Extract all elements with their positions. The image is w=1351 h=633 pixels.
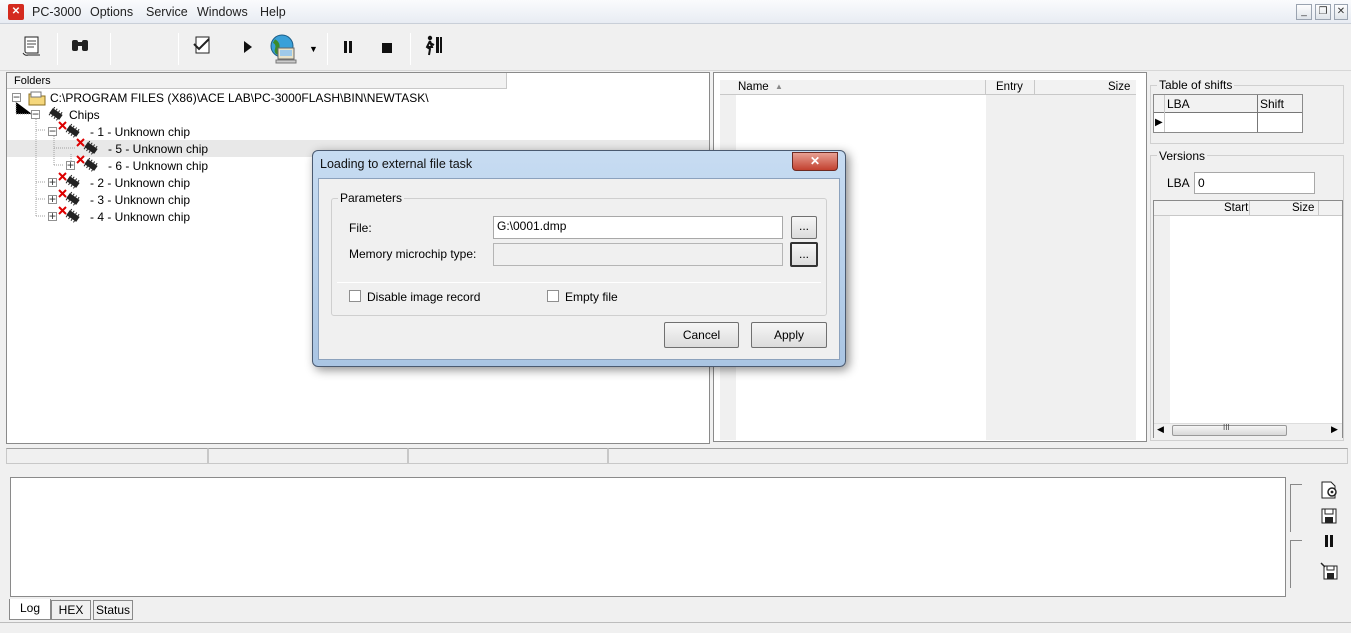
tab-hex[interactable]: HEX — [51, 600, 91, 620]
versions-lba-label: LBA — [1167, 176, 1190, 190]
exit-icon[interactable] — [416, 34, 450, 64]
versions-lba-input[interactable]: 0 — [1194, 172, 1315, 194]
versions-column-size[interactable]: Size — [1292, 202, 1314, 214]
column-name[interactable]: Name — [738, 81, 769, 93]
apply-button[interactable]: Apply — [751, 322, 827, 348]
dropdown-arrow-icon[interactable]: ▼ — [309, 44, 318, 54]
document-check-icon[interactable] — [186, 34, 220, 64]
pause-icon[interactable] — [331, 34, 365, 64]
sort-ascending-icon: ▲ — [775, 82, 783, 91]
menu-service[interactable]: Service — [146, 5, 188, 19]
status-cell-3 — [408, 448, 608, 464]
tree-item-chip-1[interactable]: - 1 - Unknown chip — [90, 125, 190, 139]
dialog-close-button[interactable]: ✕ — [792, 152, 838, 171]
chip-error-icon — [58, 206, 84, 227]
dialog-title: Loading to external file task — [320, 157, 473, 171]
app-title: PC-3000 — [32, 5, 82, 19]
tree-item-chip-2[interactable]: - 2 - Unknown chip — [90, 176, 190, 190]
versions-column-start[interactable]: Start — [1224, 202, 1248, 214]
minimize-button[interactable]: _ — [1296, 4, 1312, 20]
shifts-title: Table of shifts — [1157, 78, 1235, 92]
empty-file-label: Empty file — [565, 290, 618, 304]
scroll-grip: III — [1223, 423, 1230, 432]
tree-root-path[interactable]: C:\PROGRAM FILES (X86)\ACE LAB\PC-3000FL… — [50, 91, 429, 105]
menu-options[interactable]: Options — [90, 5, 133, 19]
tree-item-chip-3[interactable]: - 3 - Unknown chip — [90, 193, 190, 207]
column-size[interactable]: Size — [1108, 81, 1130, 93]
row-pointer-icon: ▶ — [1155, 117, 1163, 128]
status-cell-4 — [608, 448, 1348, 464]
save-as-icon[interactable] — [1318, 561, 1340, 581]
pc3000-logo-icon: ✕ — [8, 4, 24, 20]
scroll-left-icon[interactable]: ◀ — [1157, 424, 1164, 435]
save-icon[interactable] — [1318, 507, 1340, 527]
tree-item-chip-6[interactable]: - 6 - Unknown chip — [108, 159, 208, 173]
pause-log-icon[interactable] — [1318, 534, 1340, 554]
folders-header-label: Folders — [14, 75, 51, 87]
collapse-chips-toggle[interactable]: − — [31, 108, 40, 120]
parameters-title: Parameters — [338, 191, 405, 205]
settings-document-icon[interactable] — [1318, 480, 1340, 500]
file-path-input[interactable]: G:\0001.dmp — [493, 216, 783, 239]
stop-icon[interactable] — [370, 34, 404, 64]
tree-item-chip-5[interactable]: - 5 - Unknown chip — [108, 142, 208, 156]
browse-file-button[interactable]: ... — [791, 216, 817, 239]
file-list-shaded-area — [986, 80, 1136, 440]
shifts-column-lba[interactable]: LBA — [1167, 97, 1190, 111]
browse-memory-type-button[interactable]: ... — [790, 242, 818, 267]
collapse-chip-1-toggle[interactable]: − — [48, 125, 57, 137]
empty-file-checkbox[interactable] — [547, 290, 559, 302]
disable-image-record-label: Disable image record — [367, 290, 481, 304]
disable-image-record-checkbox[interactable] — [349, 290, 361, 302]
expand-chip-4-toggle[interactable]: + — [48, 210, 57, 222]
expand-chip-2-toggle[interactable]: + — [48, 176, 57, 188]
log-area[interactable] — [10, 477, 1286, 597]
versions-table — [1153, 200, 1343, 438]
tree-item-chip-4[interactable]: - 4 - Unknown chip — [90, 210, 190, 224]
expand-chip-6-toggle[interactable]: + — [66, 159, 75, 171]
memory-type-input[interactable] — [493, 243, 783, 266]
network-globe-icon[interactable] — [266, 32, 300, 64]
file-label: File: — [349, 221, 372, 235]
cancel-button[interactable]: Cancel — [664, 322, 739, 348]
binoculars-icon[interactable] — [63, 34, 97, 64]
scroll-icon[interactable] — [15, 34, 49, 64]
tree-chips-label[interactable]: Chips — [69, 108, 100, 122]
scroll-right-icon[interactable]: ▶ — [1331, 424, 1338, 435]
tab-status[interactable]: Status — [93, 600, 133, 620]
tab-log[interactable]: Log — [9, 599, 51, 620]
collapse-root-toggle[interactable]: − — [12, 91, 21, 103]
expand-chip-3-toggle[interactable]: + — [48, 193, 57, 205]
versions-title: Versions — [1157, 149, 1208, 163]
memory-type-label: Memory microchip type: — [349, 247, 477, 261]
shifts-column-shift[interactable]: Shift — [1260, 97, 1284, 111]
close-button[interactable]: ✕ — [1334, 4, 1348, 20]
menu-windows[interactable]: Windows — [197, 5, 248, 19]
folders-header — [7, 73, 507, 89]
status-cell-1 — [6, 448, 208, 464]
column-entry[interactable]: Entry — [996, 81, 1023, 93]
status-bar — [0, 622, 1351, 633]
play-icon[interactable] — [231, 34, 265, 64]
menu-help[interactable]: Help — [260, 5, 286, 19]
restore-button[interactable]: ❐ — [1315, 4, 1331, 20]
status-cell-2 — [208, 448, 408, 464]
